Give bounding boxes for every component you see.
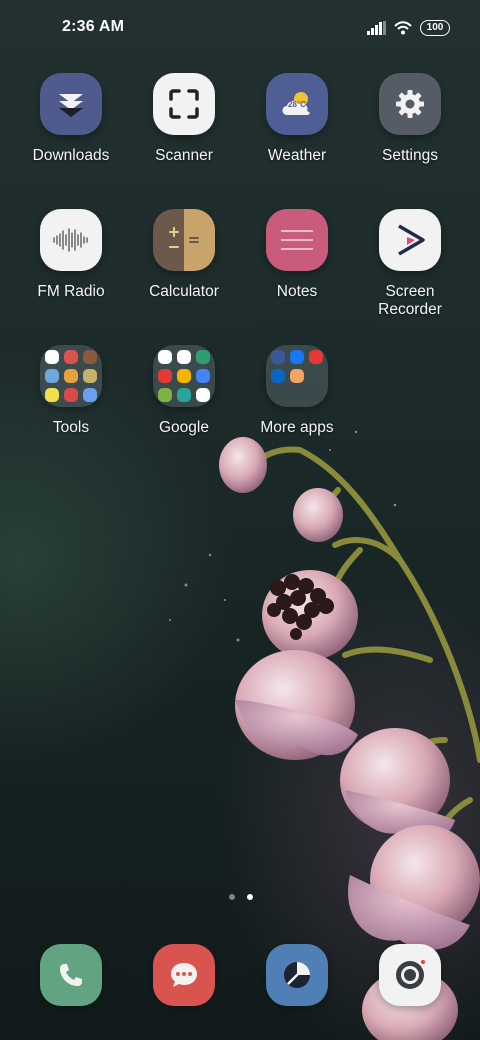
page-indicator[interactable] — [229, 894, 253, 900]
folder-more-apps[interactable]: More apps — [241, 345, 353, 437]
app-label-downloads: Downloads — [32, 147, 110, 164]
calculator-icon — [153, 209, 215, 271]
mini-app-icon — [64, 388, 78, 402]
app-weather[interactable]: 28°C Weather — [241, 73, 353, 165]
compass-icon — [284, 962, 310, 988]
mini-app-icon — [290, 369, 304, 383]
app-settings[interactable]: Settings — [354, 73, 466, 165]
dock-messages[interactable] — [153, 944, 215, 1006]
mini-app-icon — [45, 350, 59, 364]
status-time: 2:36 AM — [62, 18, 125, 35]
camera-icon — [396, 960, 425, 989]
app-screen-recorder[interactable]: Screen Recorder — [354, 209, 466, 319]
mini-app-icon — [83, 350, 97, 364]
record-play-icon — [379, 209, 441, 271]
mini-app-icon — [45, 369, 59, 383]
app-label-screen-recorder: Screen Recorder — [354, 283, 466, 319]
battery-icon: 100 — [420, 20, 450, 36]
folder-icon — [266, 345, 328, 407]
signal-icon — [367, 21, 386, 35]
folder-google[interactable]: Google — [128, 345, 240, 437]
folder-tools-grid — [45, 350, 97, 402]
mini-app-icon — [271, 369, 285, 383]
screen-recorder-label-line2: Recorder — [378, 301, 442, 318]
mini-app-icon — [158, 388, 172, 402]
app-fm-radio[interactable]: FM Radio — [15, 209, 127, 301]
app-notes[interactable]: Notes — [241, 209, 353, 301]
status-bar: 2:36 AM 100 — [0, 0, 480, 56]
mini-app-icon — [196, 350, 210, 364]
mini-app-icon — [271, 350, 285, 364]
mini-app-icon — [64, 369, 78, 383]
dock-browser[interactable] — [266, 944, 328, 1006]
app-label-weather: Weather — [267, 147, 327, 164]
gear-icon — [379, 73, 441, 135]
status-icons: 100 — [367, 19, 450, 37]
dock-phone[interactable] — [40, 944, 102, 1006]
app-label-settings: Settings — [381, 147, 438, 164]
dock-camera[interactable] — [379, 944, 441, 1006]
app-label-notes: Notes — [276, 283, 318, 300]
message-icon — [171, 963, 197, 987]
mini-app-icon — [83, 388, 97, 402]
app-scanner[interactable]: Scanner — [128, 73, 240, 165]
app-label-scanner: Scanner — [155, 147, 213, 164]
mini-app-icon — [196, 388, 210, 402]
folder-more-apps-grid — [271, 350, 323, 402]
scan-icon — [153, 73, 215, 135]
mini-app-icon — [177, 369, 191, 383]
folder-label-google: Google — [159, 419, 209, 436]
folder-tools[interactable]: Tools — [15, 345, 127, 437]
page-dot-2-active[interactable] — [247, 894, 253, 900]
mini-app-icon — [196, 369, 210, 383]
mini-app-icon — [177, 350, 191, 364]
folder-label-tools: Tools — [52, 419, 90, 436]
wifi-icon — [394, 21, 412, 35]
screen-recorder-label-line1: Screen — [385, 283, 435, 300]
download-icon — [40, 73, 102, 135]
notes-icon — [266, 209, 328, 271]
weather-icon: 28°C — [266, 73, 328, 135]
waveform-icon — [40, 209, 102, 271]
mini-app-icon — [45, 388, 59, 402]
mini-app-icon — [309, 350, 323, 364]
mini-app-icon — [64, 350, 78, 364]
folder-icon — [40, 345, 102, 407]
phone-icon — [60, 964, 82, 986]
weather-temp: 28°C — [288, 100, 306, 109]
mini-app-icon — [290, 350, 304, 364]
folder-google-grid — [158, 350, 210, 402]
mini-app-icon — [83, 369, 97, 383]
mini-app-icon — [177, 388, 191, 402]
folder-label-more-apps: More apps — [260, 419, 334, 436]
app-label-fm-radio: FM Radio — [37, 283, 105, 300]
app-label-calculator: Calculator — [149, 283, 219, 300]
page-dot-1[interactable] — [229, 894, 235, 900]
app-calculator[interactable]: Calculator — [128, 209, 240, 301]
mini-app-icon — [158, 369, 172, 383]
folder-icon — [153, 345, 215, 407]
app-downloads[interactable]: Downloads — [15, 73, 127, 165]
mini-app-icon — [158, 350, 172, 364]
